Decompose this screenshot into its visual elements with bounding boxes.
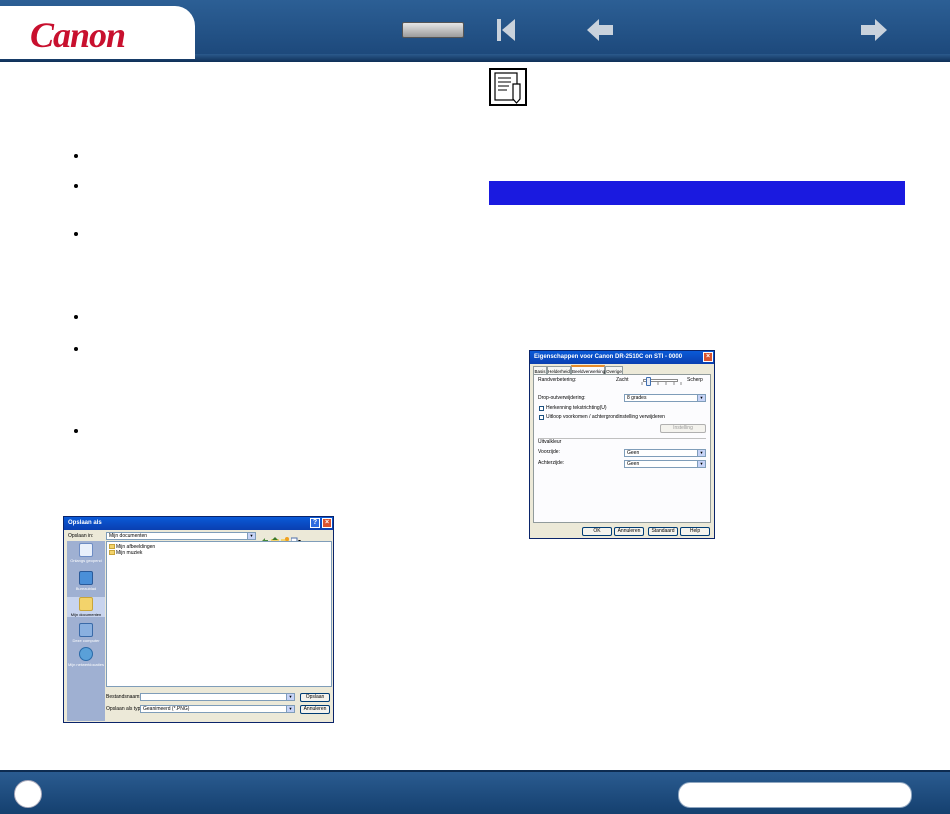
chevron-down-icon: ▼	[286, 694, 294, 700]
help-button[interactable]: Help	[680, 527, 710, 536]
desktop-icon	[79, 571, 93, 585]
chevron-down-icon: ▼	[697, 395, 705, 401]
dialog-title: Opslaan als	[68, 520, 102, 526]
back-icon[interactable]	[261, 532, 269, 544]
file-list[interactable]: Mijn afbeeldingen Mijn muziek	[106, 541, 332, 687]
filename-input[interactable]: ▼	[140, 693, 295, 701]
filetype-select[interactable]: Geanimeerd (*.PNG) ▼	[140, 705, 295, 713]
folder-icon	[109, 544, 115, 550]
save-as-dialog: Opslaan als ? × Opslaan in: Mijn documen…	[63, 516, 334, 723]
divider	[538, 438, 706, 439]
computer-icon	[79, 623, 93, 637]
place-desktop[interactable]: Bureaublad	[67, 571, 105, 591]
look-in-label: Opslaan in:	[68, 533, 94, 539]
bleed-through-label: Uitloop voorkomen / achtergrondinstellin…	[546, 414, 665, 420]
note-icon	[489, 68, 527, 106]
edge-slider-thumb[interactable]	[646, 377, 651, 386]
standard-button[interactable]: Standaard	[648, 527, 678, 536]
recent-documents-icon	[79, 543, 93, 557]
dialog-title-bar: Eigenschappen voor Canon DR-2510C on STI…	[530, 351, 714, 364]
arrow-left-icon	[587, 19, 613, 41]
filetype-label: Opslaan als type:	[106, 706, 145, 712]
back-label: Achterzijde:	[538, 460, 565, 466]
section-heading-bar	[489, 181, 905, 205]
back-select[interactable]: Geen ▼	[624, 460, 706, 468]
place-network[interactable]: Mijn netwerklocaties	[67, 647, 105, 667]
dialog-title-bar: Opslaan als ? ×	[64, 517, 333, 530]
cancel-button[interactable]: Annuleren	[614, 527, 644, 536]
chevron-down-icon: ▼	[697, 461, 705, 467]
previous-page-button[interactable]	[585, 16, 613, 44]
place-my-computer[interactable]: Deze computer	[67, 623, 105, 643]
list-item[interactable]: Mijn muziek	[109, 550, 142, 556]
filename-label: Bestandsnaam:	[106, 694, 141, 700]
page-number-circle	[14, 780, 42, 808]
new-folder-icon[interactable]	[281, 532, 289, 545]
bullet	[74, 347, 78, 351]
next-page-button[interactable]	[859, 16, 887, 44]
smooth-label: Zacht	[616, 377, 629, 383]
dropout-label: Drop-outverwijdering:	[538, 395, 586, 401]
footer-search-field[interactable]	[678, 782, 912, 808]
bullet	[74, 232, 78, 236]
up-folder-icon[interactable]	[271, 532, 279, 545]
place-my-documents[interactable]: Mijn documenten	[67, 597, 105, 617]
settings-button[interactable]: Instelling	[660, 424, 706, 433]
chevron-down-icon: ▼	[247, 533, 255, 539]
sharp-label: Scherp	[687, 377, 703, 383]
cancel-button[interactable]: Annuleren	[300, 705, 330, 714]
close-icon[interactable]: ×	[703, 352, 713, 362]
help-icon[interactable]: ?	[310, 518, 320, 528]
text-orientation-label: Herkenning tekstrichting(U)	[546, 405, 607, 411]
view-menu-icon[interactable]	[290, 532, 301, 545]
dialog-title: Eigenschappen voor Canon DR-2510C on STI…	[534, 354, 683, 360]
place-recent[interactable]: Onlangs geopend	[67, 543, 105, 563]
look-in-select[interactable]: Mijn documenten ▼	[106, 532, 256, 540]
front-select[interactable]: Geen ▼	[624, 449, 706, 457]
front-label: Voorzijde:	[538, 449, 560, 455]
save-button[interactable]: Opslaan	[300, 693, 330, 702]
first-page-button[interactable]	[492, 16, 520, 44]
first-page-icon	[497, 19, 515, 41]
folder-icon	[79, 597, 93, 611]
ok-button[interactable]: OK	[582, 527, 612, 536]
bleed-through-checkbox[interactable]	[539, 415, 544, 420]
arrow-right-icon	[861, 19, 887, 41]
bullet	[74, 315, 78, 319]
bullet	[74, 429, 78, 433]
bullet	[74, 154, 78, 158]
close-icon[interactable]: ×	[322, 518, 332, 528]
network-icon	[79, 647, 93, 661]
toc-button[interactable]	[402, 22, 464, 38]
chevron-down-icon: ▼	[697, 450, 705, 456]
places-bar: Onlangs geopend Bureaublad Mijn document…	[67, 541, 105, 721]
text-orientation-checkbox[interactable]	[539, 406, 544, 411]
bullet	[74, 184, 78, 188]
canon-logo: Canon	[30, 15, 126, 55]
dropout-select[interactable]: 8 grades ▼	[624, 394, 706, 402]
edge-emphasis-label: Randverbetering:	[538, 377, 577, 383]
color-dropout-label: Uitvalkleur	[538, 439, 562, 445]
scanner-properties-dialog: Eigenschappen voor Canon DR-2510C on STI…	[529, 350, 715, 539]
chevron-down-icon: ▼	[286, 706, 294, 712]
folder-icon	[109, 550, 115, 556]
